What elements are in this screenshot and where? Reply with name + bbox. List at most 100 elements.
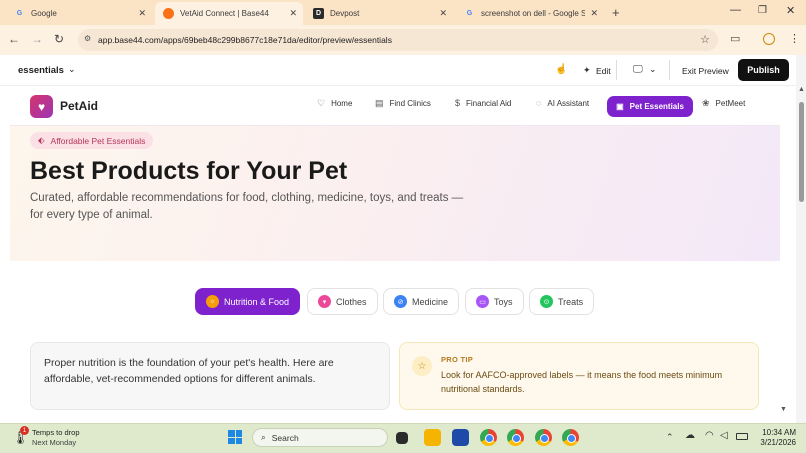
category-medicine[interactable]: ⊘ Medicine — [383, 288, 460, 315]
new-tab-icon[interactable]: + — [612, 5, 620, 20]
chevron-down-icon[interactable]: ⌄ — [649, 64, 657, 75]
pill-icon: ⊘ — [394, 295, 407, 308]
dollar-icon: $ — [455, 98, 461, 108]
brand-name[interactable]: PetAid — [60, 99, 98, 113]
address-bar[interactable]: ⚙ app.base44.com/apps/69beb48c299b8677c1… — [78, 29, 718, 51]
page-title: Best Products for Your Pet — [30, 157, 348, 185]
tab-title: Google — [31, 8, 57, 18]
sparkle-icon: ✦ — [583, 65, 591, 75]
nav-pet-essentials[interactable]: ▣ Pet Essentials — [607, 96, 693, 117]
devpost-icon: D — [313, 7, 324, 19]
site-preview: ♥ PetAid ♡ Home ▤ Find Clinics $ Financial … — [10, 86, 780, 423]
profile-avatar-icon[interactable] — [763, 33, 775, 45]
publish-button[interactable]: Publish — [738, 59, 789, 81]
treat-icon: ⊙ — [540, 295, 553, 308]
nav-financial-aid[interactable]: $ Financial Aid — [455, 98, 511, 108]
weather-title[interactable]: Temps to drop — [32, 428, 80, 437]
gamepad-icon: ▭ — [476, 295, 489, 308]
tab-devpost[interactable]: D Devpost ✕ — [305, 3, 453, 23]
site-info-icon[interactable]: ⚙ — [84, 34, 91, 43]
task-view-icon[interactable] — [396, 432, 408, 444]
paw-icon: ❀ — [702, 98, 710, 108]
search-icon: ⌕ — [261, 432, 266, 442]
scroll-down-icon[interactable]: ▼ — [780, 406, 787, 413]
nav-find-clinics[interactable]: ▤ Find Clinics — [375, 98, 431, 109]
petaid-logo-icon[interactable]: ♥ — [30, 95, 53, 118]
touch-icon[interactable]: ☝ — [555, 64, 567, 75]
search-placeholder: Search — [271, 432, 299, 443]
nav-label: Pet Essentials — [629, 102, 684, 111]
browser-tab-bar: G Google ✕ VetAid Connect | Base44 ✕ D D… — [0, 0, 806, 25]
chrome-icon[interactable] — [507, 429, 524, 446]
category-label: Medicine — [412, 296, 449, 307]
chrome-icon[interactable] — [535, 429, 552, 446]
store-icon[interactable] — [452, 429, 469, 446]
category-label: Nutrition & Food — [224, 296, 290, 307]
chevron-up-icon[interactable]: ⌃ — [666, 432, 674, 443]
tag-icon: ⬖ — [38, 135, 45, 145]
volume-muted-icon[interactable]: ◁ — [720, 430, 728, 441]
category-clothes[interactable]: ▾ Clothes — [307, 288, 378, 315]
nav-home[interactable]: ♡ Home — [317, 98, 352, 109]
nav-label: Home — [331, 99, 353, 108]
divider — [669, 60, 670, 80]
cast-icon[interactable]: ▭ — [730, 32, 740, 45]
nav-ai-assistant[interactable]: ◌ AI Assistant — [536, 98, 589, 108]
page-subtitle: Curated, affordable recommendations for … — [30, 192, 464, 221]
base44-icon — [163, 8, 174, 19]
clock-time[interactable]: 10:34 AM — [758, 428, 796, 437]
nav-petmeet[interactable]: ❀ PetMeet — [702, 98, 745, 109]
tab-vetaid[interactable]: VetAid Connect | Base44 ✕ — [155, 2, 303, 25]
minimize-icon[interactable]: — — [730, 4, 741, 16]
tab-title: VetAid Connect | Base44 — [180, 9, 269, 18]
taskbar-search[interactable]: ⌕ Search — [252, 428, 388, 447]
scroll-up-icon[interactable]: ▲ — [798, 86, 805, 93]
reload-icon[interactable]: ↻ — [54, 32, 64, 46]
close-icon[interactable]: ✕ — [289, 8, 297, 19]
food-icon: ☼ — [206, 295, 219, 308]
wifi-icon[interactable]: ◠ — [705, 430, 714, 441]
close-icon[interactable]: ✕ — [138, 8, 146, 19]
chrome-icon[interactable] — [562, 429, 579, 446]
battery-icon[interactable] — [736, 433, 748, 440]
nav-label: PetMeet — [715, 99, 746, 108]
tip-label: PRO TIP — [441, 355, 474, 364]
category-nutrition[interactable]: ☼ Nutrition & Food — [195, 288, 301, 315]
category-label: Clothes — [336, 296, 367, 307]
exit-preview-button[interactable]: Exit Preview — [682, 66, 729, 76]
file-explorer-icon[interactable] — [424, 429, 441, 446]
forward-icon[interactable]: → — [31, 32, 43, 46]
windows-start-icon[interactable] — [228, 430, 242, 444]
google-icon: G — [466, 9, 473, 17]
page-selector-label[interactable]: essentials — [18, 65, 64, 76]
star-icon: ☆ — [412, 356, 432, 376]
tab-google-search[interactable]: G screenshot on dell - Google Se ✕ — [456, 3, 604, 23]
chat-icon: ◌ — [536, 98, 542, 108]
weather-subtitle: Next Monday — [32, 438, 77, 447]
scrollbar-thumb[interactable] — [799, 102, 804, 202]
clock-date: 3/21/2026 — [760, 438, 796, 447]
window-close-icon[interactable]: ✕ — [786, 4, 795, 17]
category-label: Treats — [558, 296, 584, 307]
bookmark-star-icon[interactable]: ☆ — [700, 33, 710, 46]
editor-toolbar: essentials ⌄ ☝ ✦ Edit 🖵 ⌄ Exit Preview P… — [0, 55, 796, 86]
weather-badge: 1 — [20, 426, 29, 435]
category-label: Toys — [494, 296, 513, 307]
google-icon: G — [16, 9, 23, 17]
back-icon[interactable]: ← — [8, 32, 20, 46]
category-toys[interactable]: ▭ Toys — [465, 288, 524, 315]
close-icon[interactable]: ✕ — [439, 8, 447, 19]
restore-icon[interactable]: ❐ — [758, 5, 767, 16]
kebab-menu-icon[interactable]: ⋮ — [789, 32, 800, 45]
chrome-icon[interactable] — [480, 429, 497, 446]
tab-google[interactable]: G Google ✕ — [6, 3, 152, 23]
divider — [616, 60, 617, 80]
category-treats[interactable]: ⊙ Treats — [529, 288, 595, 315]
badge-label: Affordable Pet Essentials — [50, 135, 146, 146]
edit-button[interactable]: Edit — [596, 66, 611, 76]
tab-title: screenshot on dell - Google Se — [481, 8, 585, 18]
chevron-down-icon[interactable]: ⌄ — [68, 64, 76, 75]
desktop-view-icon[interactable]: 🖵 — [633, 64, 643, 75]
close-icon[interactable]: ✕ — [590, 8, 598, 19]
cloud-off-icon[interactable]: ☁ — [685, 430, 695, 441]
